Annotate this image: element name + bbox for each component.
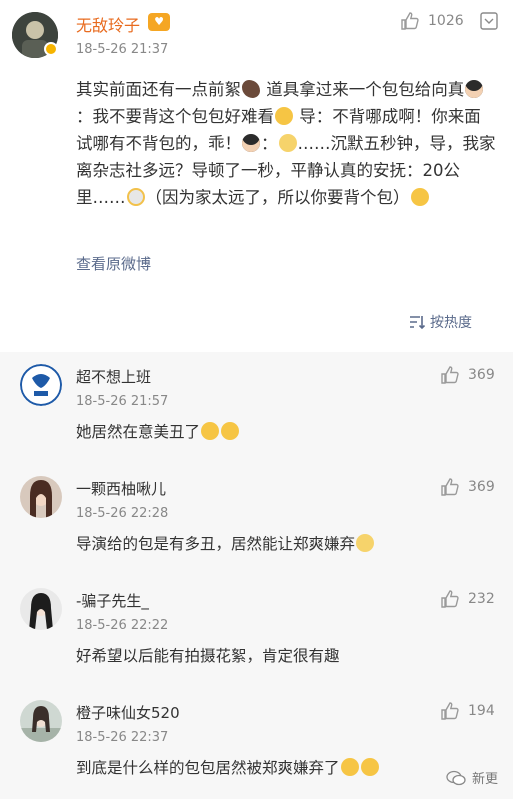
comment-like-count: 369 [468, 367, 495, 383]
commenter-avatar[interactable] [20, 588, 62, 630]
post-like-count: 1026 [428, 13, 464, 29]
watermark-label: 新更 [472, 772, 499, 787]
speechless-face-icon [278, 134, 297, 152]
laughing-face-icon [360, 758, 379, 776]
girl-face-icon [465, 80, 484, 98]
pointing-hand-icon [242, 80, 260, 98]
wechat-icon [446, 770, 466, 785]
laughing-face-icon [410, 188, 429, 206]
vip-heart-icon: ♥ [148, 13, 170, 31]
commenter-avatar[interactable] [20, 700, 62, 742]
comment-like-button[interactable]: 194 [440, 701, 495, 721]
thumbs-up-icon [441, 702, 459, 720]
thumbs-up-icon [441, 478, 459, 496]
comment-text: 她居然在意美丑了 [76, 420, 240, 442]
view-original-link[interactable]: 查看原微博 [76, 253, 151, 274]
thumbs-up-icon [441, 366, 459, 384]
sort-label: 按热度 [430, 315, 472, 331]
comment-item: 橙子味仙女520 18-5-26 22:37 到底是什么样的包包居然被郑爽嫌弃了… [0, 688, 513, 800]
tired-face-icon [275, 107, 293, 125]
laughing-face-icon [340, 758, 359, 776]
post-text-part: 道具拿过来一个包包给向真 [261, 80, 465, 99]
verified-badge-icon [44, 42, 58, 56]
post-text-part: ： [261, 134, 278, 153]
commenter-name[interactable]: -骗子先生_ [76, 590, 149, 611]
commenter-name[interactable]: 橙子味仙女520 [76, 702, 180, 723]
crying-face-icon [201, 422, 220, 440]
comment-timestamp: 18-5-26 22:37 [76, 730, 169, 745]
sort-icon [410, 316, 426, 330]
thumbs-up-icon [441, 590, 459, 608]
thumbs-up-icon [401, 12, 419, 30]
comment-text: 导演给的包是有多丑，居然能让郑爽嫌弃 [76, 532, 375, 554]
post-username[interactable]: 无敌玲子 [76, 12, 140, 36]
comment-item: 一颗西柚啾儿 18-5-26 22:28 导演给的包是有多丑，居然能让郑爽嫌弃 … [0, 464, 513, 576]
post-text-part: ：我不要背这个包包好难看 [76, 107, 274, 126]
comment-text-content: 她居然在意美丑了 [76, 423, 201, 441]
comment-like-count: 194 [468, 703, 495, 719]
comment-like-button[interactable]: 369 [440, 477, 495, 497]
commenter-avatar[interactable] [20, 476, 62, 518]
commenter-avatar[interactable] [20, 364, 62, 406]
comment-item: 超不想上班 18-5-26 21:57 她居然在意美丑了 369 [0, 352, 513, 464]
comment-timestamp: 18-5-26 22:28 [76, 506, 169, 521]
watermark: 新更 [446, 768, 498, 787]
post-text-part: 其实前面还有一点前絮 [76, 80, 241, 99]
doge-icon [356, 534, 375, 552]
post-like-button[interactable]: 1026 [400, 11, 464, 31]
comment-like-count: 232 [468, 591, 495, 607]
comments-list: 超不想上班 18-5-26 21:57 她居然在意美丑了 369 一颗西柚啾儿 … [0, 352, 513, 799]
comment-text: 好希望以后能有拍摄花絮，肯定很有趣 [76, 647, 340, 665]
comment-timestamp: 18-5-26 21:57 [76, 394, 169, 409]
crying-face-icon [221, 422, 240, 440]
chevron-down-box-icon[interactable] [480, 12, 498, 30]
post-text-part: （因为家太远了，所以你要背个包） [145, 188, 410, 207]
comment-text-content: 导演给的包是有多丑，居然能让郑爽嫌弃 [76, 535, 356, 553]
comment-text-content: 到底是什么样的包包居然被郑爽嫌弃了 [76, 759, 340, 777]
commenter-name[interactable]: 超不想上班 [76, 366, 151, 387]
main-post: 无敌玲子 ♥ 18-5-26 21:37 1026 其实前面还有一点前絮 道具拿… [0, 0, 513, 352]
comment-text: 到底是什么样的包包居然被郑爽嫌弃了 [76, 756, 380, 778]
comment-item: -骗子先生_ 18-5-26 22:22 好希望以后能有拍摄花絮，肯定很有趣 2… [0, 576, 513, 688]
comment-like-count: 369 [468, 479, 495, 495]
commenter-name[interactable]: 一颗西柚啾儿 [76, 478, 166, 499]
post-timestamp: 18-5-26 21:37 [76, 42, 169, 57]
comment-like-button[interactable]: 232 [440, 589, 495, 609]
sort-by-hot-button[interactable]: 按热度 [408, 312, 472, 332]
glasses-face-icon [126, 188, 145, 206]
post-text: 其实前面还有一点前絮 道具拿过来一个包包给向真：我不要背这个包包好难看 导：不背… [76, 76, 496, 211]
girl-face-icon [242, 134, 260, 152]
comment-like-button[interactable]: 369 [440, 365, 495, 385]
comment-timestamp: 18-5-26 22:22 [76, 618, 169, 633]
